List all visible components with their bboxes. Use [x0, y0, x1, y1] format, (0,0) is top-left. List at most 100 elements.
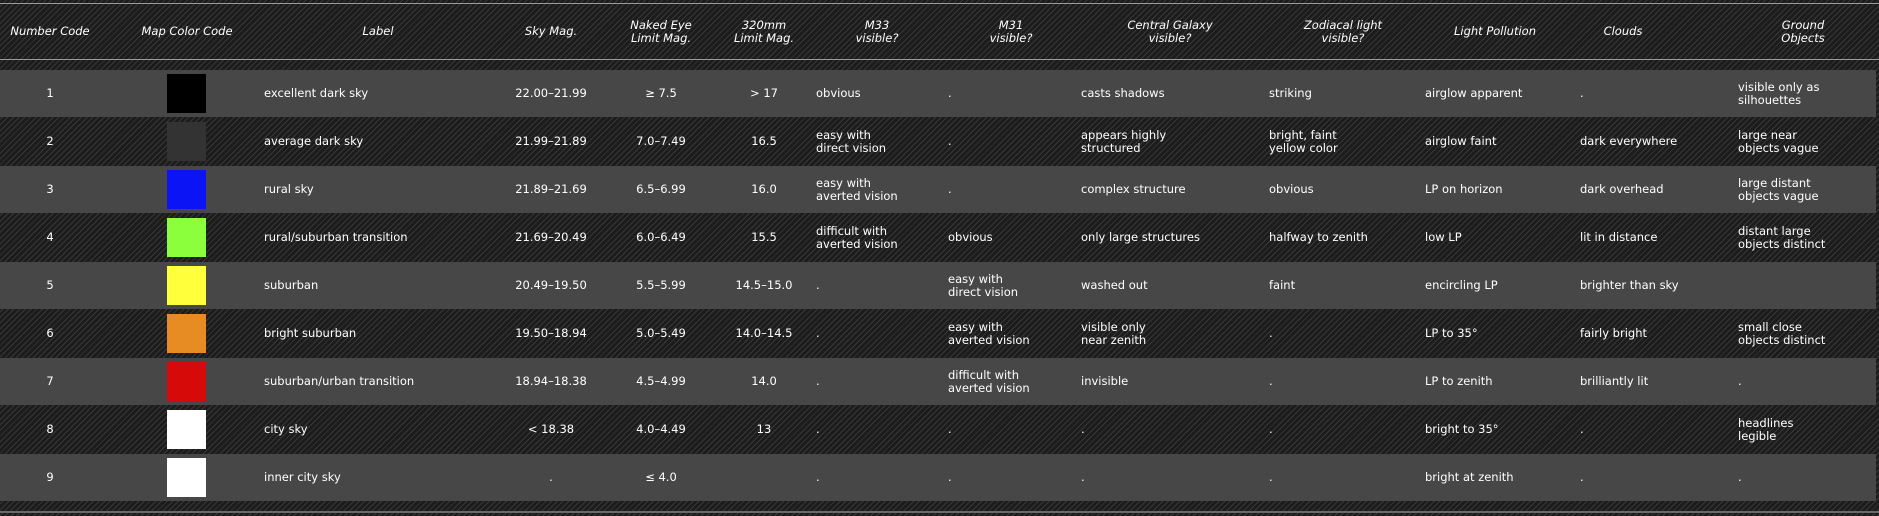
limit-320mm-cell: 14.0	[751, 374, 777, 389]
central-galaxy-cell: .	[1081, 422, 1085, 437]
number-code-cell: 6	[46, 326, 54, 341]
sky-mag-cell: 18.94–18.38	[515, 374, 587, 389]
header-rule	[0, 59, 1879, 60]
header-sky-mag: Sky Mag.	[524, 24, 578, 38]
clouds-cell: dark everywhere	[1580, 134, 1678, 149]
label-cell: suburban	[264, 278, 319, 293]
color-swatch	[167, 266, 206, 305]
sky-mag-cell: 21.99–21.89	[515, 134, 587, 149]
sky-mag-cell: 22.00–21.99	[515, 86, 587, 101]
zodiacal-cell: .	[1269, 326, 1273, 341]
m33-cell: .	[816, 470, 820, 485]
sky-mag-cell: 20.49–19.50	[515, 278, 587, 293]
label-cell: inner city sky	[264, 470, 341, 485]
limit-320mm-cell: 16.0	[751, 182, 777, 197]
label-cell: average dark sky	[264, 134, 364, 149]
table-row: 6 bright suburban 19.50–18.94 5.0–5.49 1…	[0, 310, 1876, 357]
number-code-cell: 3	[46, 182, 54, 197]
m33-cell: .	[816, 374, 820, 389]
label-cell: city sky	[264, 422, 308, 437]
header-320mm-limit: 320mm Limit Mag.	[733, 17, 795, 45]
color-swatch	[167, 314, 206, 353]
sky-mag-cell: < 18.38	[527, 422, 575, 437]
clouds-cell: .	[1580, 422, 1584, 437]
clouds-cell: dark overhead	[1580, 182, 1664, 197]
color-swatch	[167, 458, 206, 497]
table-row: 1 excellent dark sky 22.00–21.99 ≥ 7.5 >…	[0, 70, 1876, 117]
clouds-cell: brilliantly lit	[1580, 374, 1649, 389]
m33-cell: obvious	[816, 86, 861, 101]
limit-320mm-cell: 15.5	[751, 230, 777, 245]
color-swatch	[167, 122, 206, 161]
number-code-cell: 4	[46, 230, 54, 245]
central-galaxy-cell: washed out	[1081, 278, 1148, 293]
naked-eye-cell: ≥ 7.5	[645, 86, 677, 101]
sky-mag-cell: 21.69–20.49	[515, 230, 587, 245]
zodiacal-cell: bright, faint yellow color	[1269, 128, 1338, 155]
limit-320mm-cell: 13	[756, 422, 772, 437]
m31-cell: difficult with averted vision	[948, 368, 1030, 395]
color-swatch	[167, 74, 206, 113]
central-galaxy-cell: casts shadows	[1081, 86, 1165, 101]
zodiacal-cell: .	[1269, 374, 1273, 389]
m31-cell: .	[948, 470, 952, 485]
zodiacal-cell: halfway to zenith	[1269, 230, 1368, 245]
m33-cell: easy with averted vision	[816, 176, 898, 203]
table-row: 4 rural/suburban transition 21.69–20.49 …	[0, 214, 1876, 261]
zodiacal-cell: .	[1269, 470, 1273, 485]
header-ground-objects: Ground Objects	[1781, 17, 1825, 45]
ground-objects-cell	[1738, 262, 1873, 309]
ground-objects-cell: headlines legible	[1738, 416, 1794, 443]
table-row: 8 city sky < 18.38 4.0–4.49 13 . . . . b…	[0, 406, 1876, 453]
color-swatch	[167, 362, 206, 401]
bottom-rule	[0, 511, 1879, 513]
light-pollution-cell: encircling LP	[1425, 278, 1498, 293]
number-code-cell: 7	[46, 374, 54, 389]
label-cell: excellent dark sky	[264, 86, 369, 101]
ground-objects-cell: distant large objects distinct	[1738, 224, 1826, 251]
m33-cell: difficult with averted vision	[816, 224, 898, 251]
m31-cell: easy with direct vision	[948, 272, 1019, 299]
zodiacal-cell: faint	[1269, 278, 1296, 293]
zodiacal-cell: .	[1269, 422, 1273, 437]
naked-eye-cell: 6.0–6.49	[636, 230, 686, 245]
header-m33-visible: M33 visible?	[855, 17, 899, 45]
naked-eye-cell: 4.5–4.99	[636, 374, 686, 389]
number-code-cell: 1	[46, 86, 54, 101]
sky-mag-cell: 21.89–21.69	[515, 182, 587, 197]
m31-cell: .	[948, 422, 952, 437]
m33-cell: easy with direct vision	[816, 128, 887, 155]
light-pollution-cell: LP on horizon	[1425, 182, 1503, 197]
limit-320mm-cell: > 17	[750, 86, 778, 101]
central-galaxy-cell: appears highly structured	[1081, 128, 1167, 155]
m31-cell: easy with averted vision	[948, 320, 1030, 347]
ground-objects-cell: .	[1738, 374, 1742, 389]
table-row: 9 inner city sky . ≤ 4.0 . . . . bright …	[0, 454, 1876, 501]
color-swatch	[167, 410, 206, 449]
label-cell: suburban/urban transition	[264, 374, 415, 389]
clouds-cell: lit in distance	[1580, 230, 1658, 245]
header-m31-visible: M31 visible?	[989, 17, 1033, 45]
m31-cell: .	[948, 134, 952, 149]
clouds-cell: .	[1580, 86, 1584, 101]
central-galaxy-cell: invisible	[1081, 374, 1129, 389]
light-pollution-cell: low LP	[1425, 230, 1462, 245]
light-pollution-cell: LP to zenith	[1425, 374, 1493, 389]
header-zodiacal-light: Zodiacal light visible?	[1303, 17, 1383, 45]
table-header: Number Code Map Color Code Label Sky Mag…	[0, 4, 1879, 59]
limit-320mm-cell: 16.5	[751, 134, 777, 149]
label-cell: rural/suburban transition	[264, 230, 408, 245]
ground-objects-cell: large near objects vague	[1738, 128, 1819, 155]
naked-eye-cell: 7.0–7.49	[636, 134, 686, 149]
m31-cell: .	[948, 86, 952, 101]
central-galaxy-cell: .	[1081, 470, 1085, 485]
limit-320mm-cell	[716, 454, 812, 501]
number-code-cell: 5	[46, 278, 54, 293]
light-pollution-cell: bright to 35°	[1425, 422, 1499, 437]
header-naked-eye-limit: Naked Eye Limit Mag.	[630, 17, 692, 45]
table-row: 7 suburban/urban transition 18.94–18.38 …	[0, 358, 1876, 405]
naked-eye-cell: ≤ 4.0	[645, 470, 677, 485]
limit-320mm-cell: 14.5–15.0	[735, 278, 793, 293]
central-galaxy-cell: visible only near zenith	[1081, 320, 1147, 347]
light-pollution-cell: LP to 35°	[1425, 326, 1478, 341]
